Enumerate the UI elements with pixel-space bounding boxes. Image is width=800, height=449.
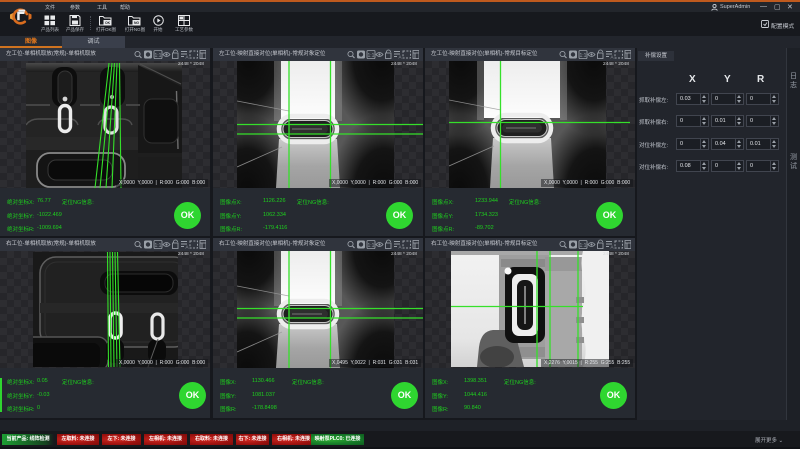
svg-text:1:1: 1:1 — [368, 243, 375, 249]
svg-text:A: A — [611, 55, 614, 60]
svg-text:NG: NG — [134, 21, 139, 25]
svg-text:A: A — [186, 245, 189, 250]
svg-text:A: A — [611, 245, 614, 250]
svg-text:A: A — [186, 55, 189, 60]
svg-text:OK: OK — [105, 21, 111, 25]
svg-text:1:1: 1:1 — [368, 53, 375, 59]
svg-text:1:1: 1:1 — [580, 53, 587, 59]
svg-text:1:1: 1:1 — [155, 243, 162, 249]
svg-text:1:1: 1:1 — [580, 243, 587, 249]
svg-text:A: A — [399, 245, 402, 250]
svg-text:1:1: 1:1 — [155, 53, 162, 59]
svg-text:A: A — [399, 55, 402, 60]
